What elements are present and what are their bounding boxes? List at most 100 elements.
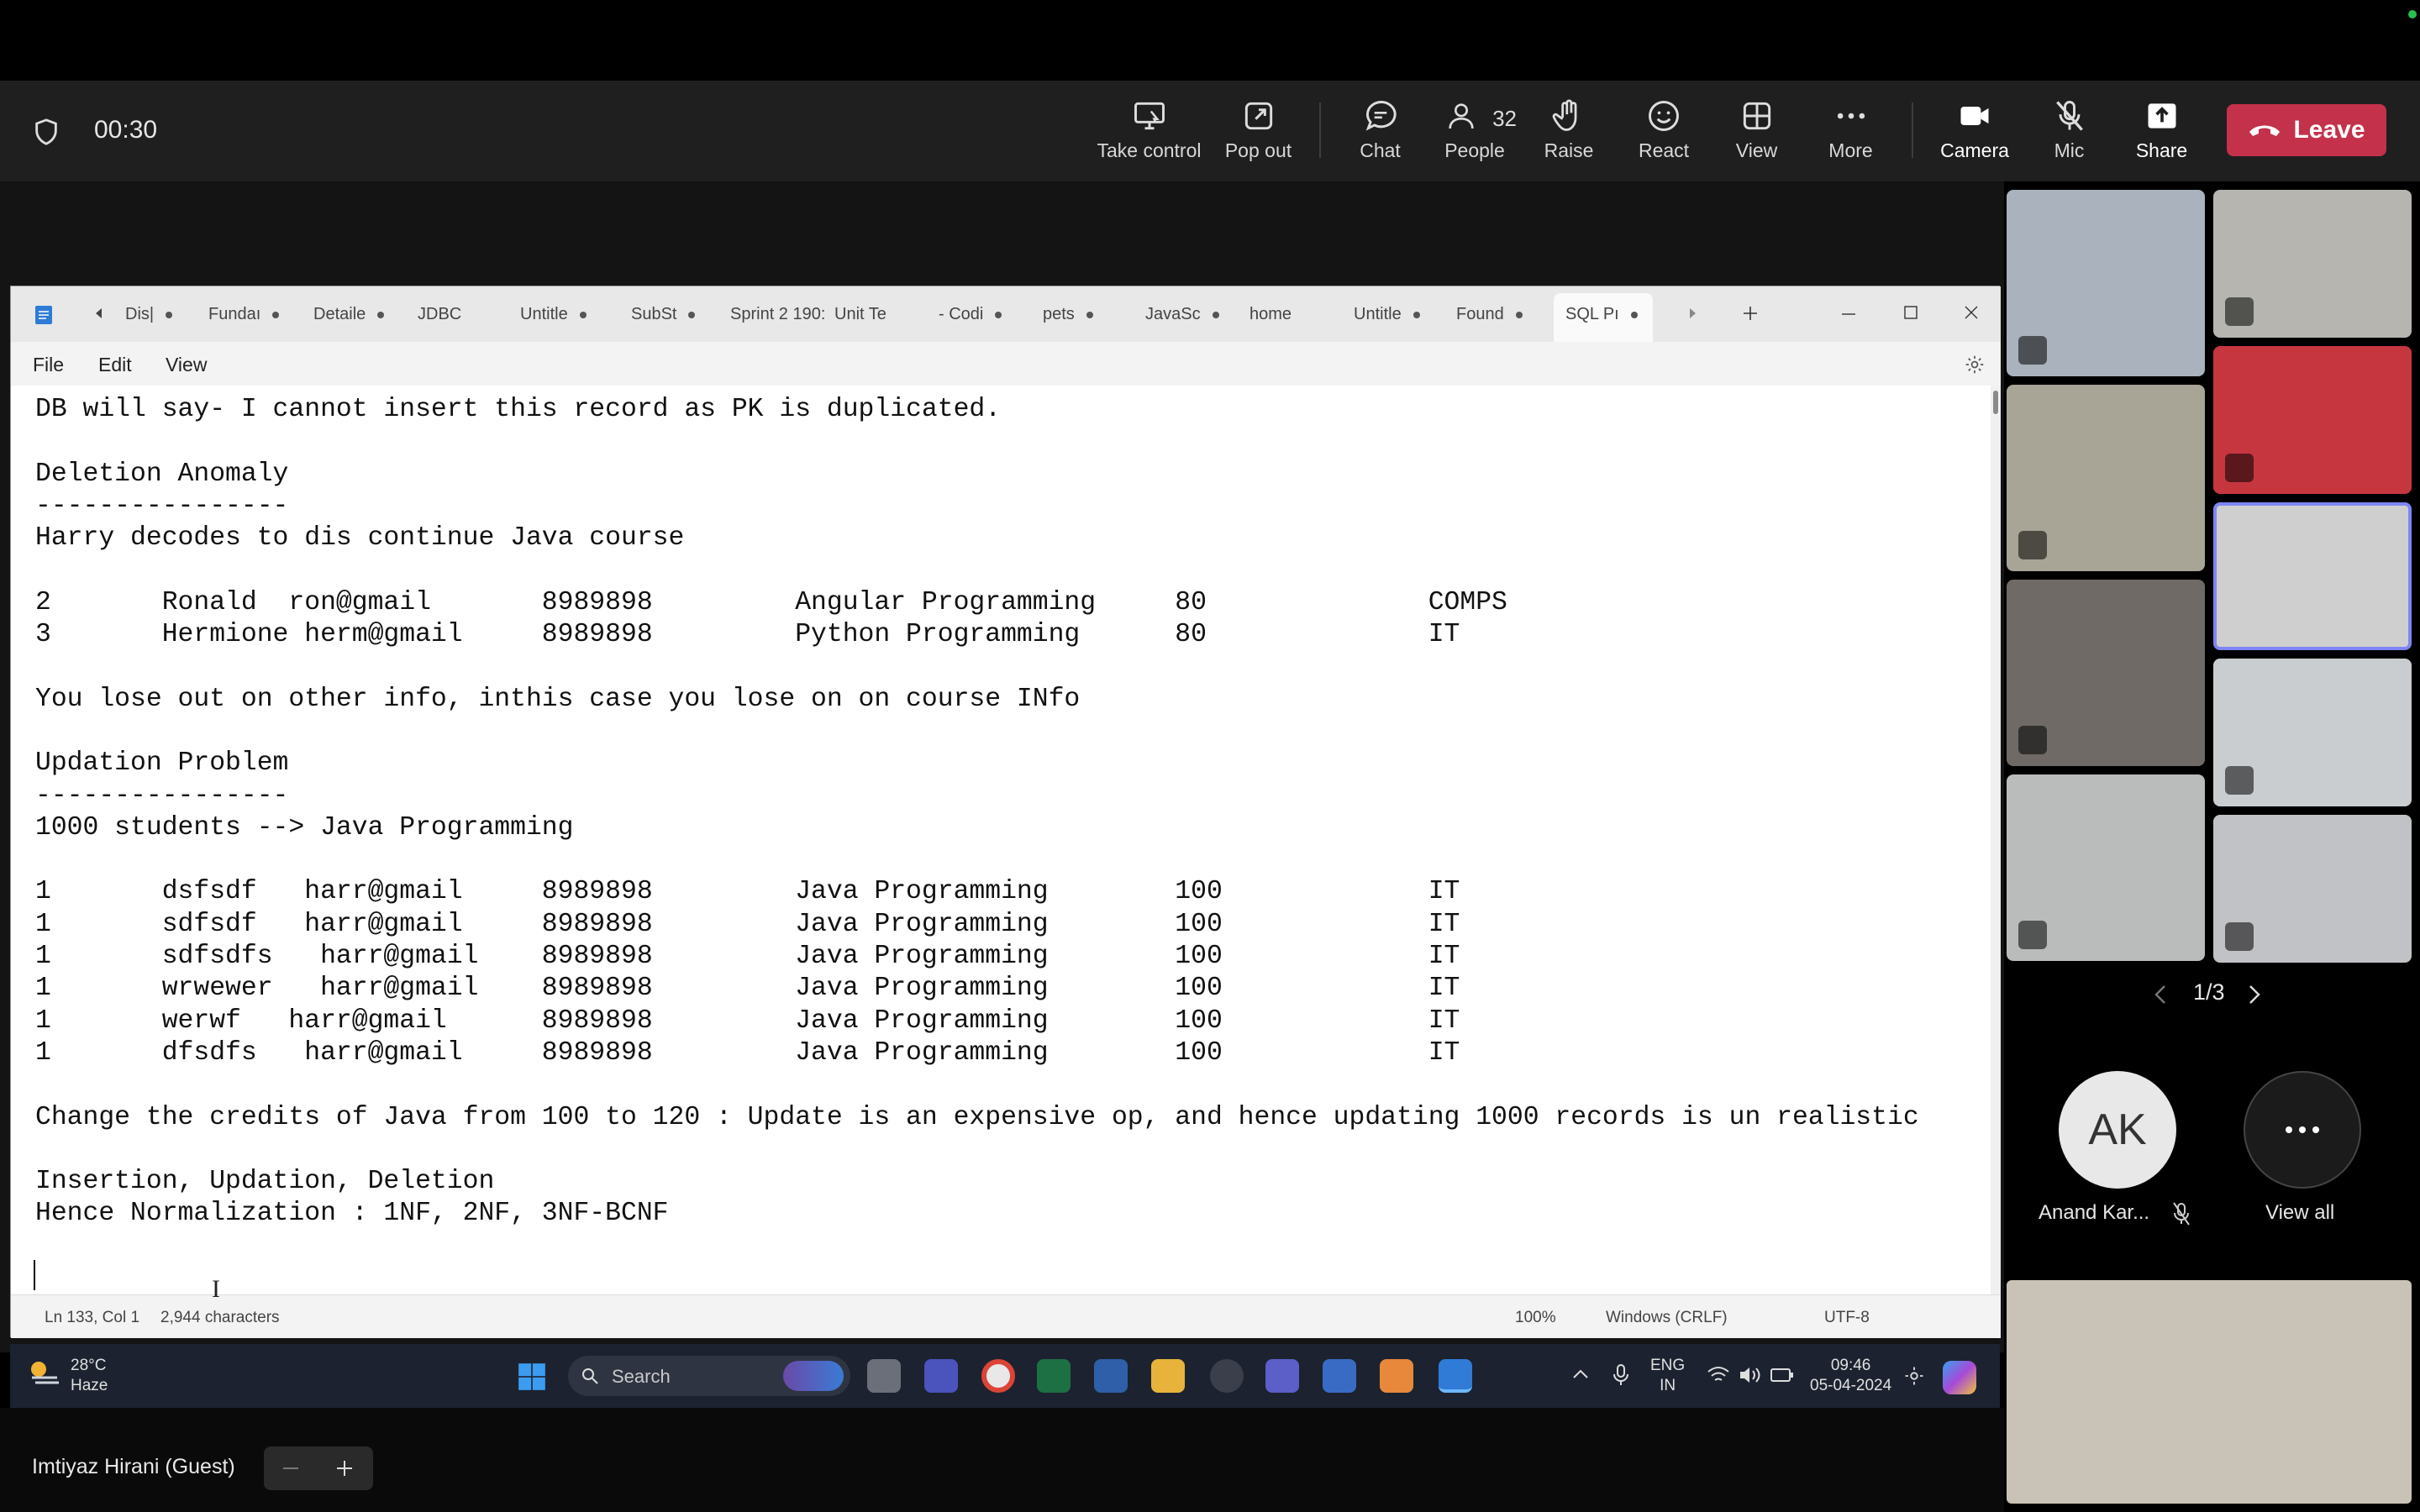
notepad-tab[interactable]: Dis| [125,305,173,324]
tab-scroll-right-icon[interactable] [1688,307,1698,320]
weather-icon[interactable] [27,1357,64,1388]
windows-start-icon[interactable] [516,1361,548,1393]
notepad-tab[interactable]: Fundaı [208,305,280,324]
smiley-icon [1649,101,1679,131]
raise-hand-button[interactable]: Raise [1531,97,1607,173]
notepad-tab[interactable]: home [1249,305,1292,324]
settings-gear-icon[interactable] [1964,354,1986,375]
participant-video-tile[interactable] [2213,346,2412,494]
excel-icon[interactable] [1037,1359,1071,1393]
close-icon[interactable] [1962,303,1981,322]
chrome-icon[interactable] [981,1359,1015,1393]
notepad-tab-active[interactable]: SQL Pı [1554,293,1653,342]
page-indicator: 1/3 [2193,979,2225,1005]
notepad-tab[interactable]: pets [1043,305,1093,324]
vscode-icon[interactable] [1323,1359,1356,1393]
camera-button[interactable]: Camera [1933,97,2017,173]
share-button[interactable]: Share [2126,97,2197,173]
teams-app-icon[interactable] [924,1359,958,1393]
zoom-controls [264,1446,373,1490]
language-indicator[interactable]: ENG IN [1650,1356,1685,1396]
view-button[interactable]: View [1721,97,1792,173]
pop-out-button[interactable]: Pop out [1218,97,1298,173]
unsaved-dot-icon [166,311,173,318]
notepad-tab[interactable]: JDBC [418,305,461,324]
clock-date: 05-04-2024 [1810,1377,1892,1394]
self-video-preview[interactable] [2007,1280,2412,1504]
participant-video-tile[interactable] [2213,190,2412,338]
wifi-icon[interactable] [1706,1364,1731,1386]
mic-button[interactable]: Mic [2033,97,2105,173]
mic-off-icon [2055,101,2083,131]
raise-hand-icon [1552,99,1577,131]
minimize-icon[interactable] [1839,305,1858,323]
eclipse-icon[interactable] [1210,1359,1244,1393]
app-window-icon[interactable] [1094,1359,1128,1393]
file-explorer-icon[interactable] [1151,1359,1185,1393]
clock[interactable]: 09:46 05-04-2024 [1810,1356,1891,1396]
settings-gear-icon[interactable] [1902,1364,1926,1388]
notepad-tab[interactable]: Untitle [1354,305,1420,324]
react-button[interactable]: React [1626,97,1702,173]
copilot-icon[interactable] [1943,1361,1976,1394]
menu-file[interactable]: File [33,354,64,376]
notepad-tab[interactable]: - Codi [939,305,1002,324]
notepad-tab[interactable]: Untitle [520,305,587,324]
app-orange-icon[interactable] [1380,1359,1413,1393]
participant-video-tile[interactable] [2007,580,2205,766]
zoom-in-icon[interactable] [334,1458,355,1478]
view-all-button[interactable] [2244,1071,2361,1189]
raise-label: Raise [1544,139,1594,161]
taskbar-search[interactable]: Search [568,1356,850,1396]
take-control-label: Take control [1097,139,1202,161]
scrollbar-thumb[interactable] [1993,391,1998,414]
more-button[interactable]: More [1815,97,1886,173]
notepad-tab[interactable]: SubSt [631,305,696,324]
weather-desc: Haze [71,1377,108,1394]
menu-edit[interactable]: Edit [98,354,132,376]
leave-label: Leave [2293,116,2365,144]
new-tab-icon[interactable] [1740,303,1760,323]
participant-avatar[interactable]: AK [2059,1071,2176,1189]
weather-widget[interactable]: 28°C Haze [71,1356,108,1396]
people-button[interactable]: 32 People [1433,97,1517,173]
chat-button[interactable]: Chat [1340,97,1420,173]
battery-icon[interactable] [1770,1366,1795,1384]
chevron-right-icon[interactable] [2247,983,2262,1006]
volume-icon[interactable] [1738,1364,1763,1386]
notepad-tab[interactable]: Sprint 2 190: [730,305,825,324]
notepad-tab[interactable]: Detaile [313,305,385,324]
notepad-taskbar-icon[interactable] [1439,1359,1472,1393]
participant-video-tile[interactable] [2007,190,2205,376]
vertical-scrollbar[interactable] [1991,386,2001,1294]
chevron-up-icon[interactable] [1571,1368,1590,1381]
grid-view-icon [1743,102,1770,130]
participant-video-tile[interactable] [2213,659,2412,806]
notepad-tab[interactable]: JavaSc [1145,305,1219,324]
participant-video-tile[interactable] [2213,815,2412,963]
zoom-out-icon[interactable] [281,1458,301,1478]
text-caret [34,1260,35,1290]
tab-scroll-left-icon[interactable] [93,307,103,320]
search-icon [582,1368,598,1384]
chevron-left-icon[interactable] [2153,983,2168,1006]
microphone-icon[interactable] [1612,1362,1630,1388]
pop-out-icon [1244,102,1272,130]
mic-off-icon [2173,1202,2190,1226]
participant-video-tile[interactable] [2007,774,2205,961]
participant-video-tile-active-speaker[interactable] [2213,502,2412,650]
shield-icon[interactable] [32,118,60,146]
task-view-icon[interactable] [867,1359,901,1393]
notepad-text-editor[interactable]: DB will say- I cannot insert this record… [11,386,1991,1294]
participant-video-tile[interactable] [2007,385,2205,571]
leave-button[interactable]: Leave [2227,104,2386,156]
notepad-tab[interactable]: Found [1456,305,1523,324]
take-control-button[interactable]: Take control [1092,97,1206,173]
menu-view[interactable]: View [166,354,207,376]
teams-meeting-icon[interactable] [1265,1359,1299,1393]
unsaved-dot-icon [272,311,280,318]
notepad-tab[interactable]: Unit Te [834,305,886,324]
pop-out-label: Pop out [1224,139,1292,161]
notepad-menu-bar: File Edit View [11,342,2001,386]
maximize-icon[interactable] [1902,303,1920,322]
